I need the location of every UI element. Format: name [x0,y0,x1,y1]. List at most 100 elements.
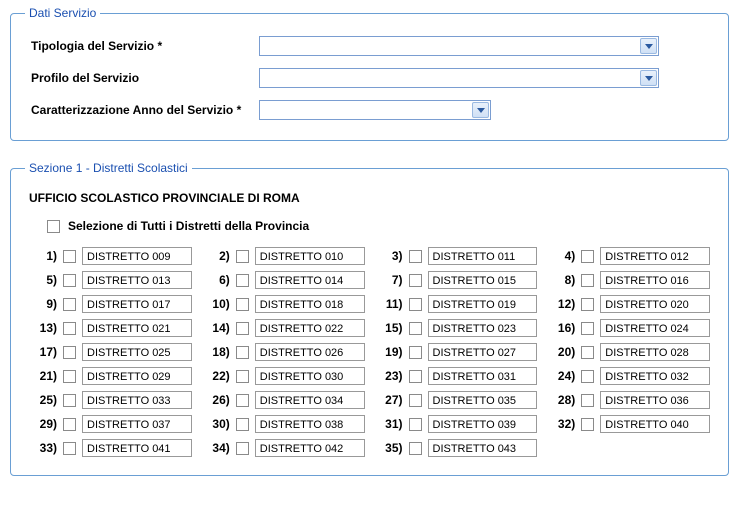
district-name-field: DISTRETTO 012 [600,247,710,265]
district-name-field: DISTRETTO 023 [428,319,538,337]
district-checkbox[interactable] [63,346,76,359]
district-index: 20) [547,345,575,359]
district-name-field: DISTRETTO 018 [255,295,365,313]
district-checkbox[interactable] [236,442,249,455]
district-name-field: DISTRETTO 010 [255,247,365,265]
district-name-field: DISTRETTO 011 [428,247,538,265]
district-checkbox[interactable] [409,394,422,407]
district-name-field: DISTRETTO 022 [255,319,365,337]
district-index: 23) [375,369,403,383]
district-item: 4)DISTRETTO 012 [547,247,710,265]
district-index: 19) [375,345,403,359]
district-checkbox[interactable] [63,442,76,455]
district-checkbox[interactable] [581,394,594,407]
district-checkbox[interactable] [581,298,594,311]
district-index: 11) [375,297,403,311]
district-item: 8)DISTRETTO 016 [547,271,710,289]
district-checkbox[interactable] [236,322,249,335]
profilo-select[interactable] [259,68,659,88]
district-name-field: DISTRETTO 017 [82,295,192,313]
district-checkbox[interactable] [236,274,249,287]
district-item: 23)DISTRETTO 031 [375,367,538,385]
chevron-down-icon [640,38,657,54]
district-checkbox[interactable] [63,394,76,407]
district-item: 15)DISTRETTO 023 [375,319,538,337]
select-all-checkbox[interactable] [47,220,60,233]
district-checkbox[interactable] [581,418,594,431]
district-name-field: DISTRETTO 039 [428,415,538,433]
district-name-field: DISTRETTO 027 [428,343,538,361]
dati-servizio-legend: Dati Servizio [25,6,100,20]
district-checkbox[interactable] [581,274,594,287]
district-checkbox[interactable] [409,298,422,311]
district-name-field: DISTRETTO 033 [82,391,192,409]
district-name-field: DISTRETTO 020 [600,295,710,313]
district-item: 20)DISTRETTO 028 [547,343,710,361]
district-item: 21)DISTRETTO 029 [29,367,192,385]
district-index: 29) [29,417,57,431]
chevron-down-icon [640,70,657,86]
district-item: 31)DISTRETTO 039 [375,415,538,433]
district-index: 24) [547,369,575,383]
anno-select[interactable] [259,100,491,120]
dati-servizio-fieldset: Dati Servizio Tipologia del Servizio * P… [10,6,729,141]
district-item: 6) DISTRETTO 014 [202,271,365,289]
district-item: 1) DISTRETTO 009 [29,247,192,265]
district-item: 27) DISTRETTO 035 [375,391,538,409]
district-name-field: DISTRETTO 015 [428,271,538,289]
district-checkbox[interactable] [63,322,76,335]
district-name-field: DISTRETTO 041 [82,439,192,457]
district-item: 14) DISTRETTO 022 [202,319,365,337]
district-checkbox[interactable] [409,250,422,263]
district-checkbox[interactable] [236,346,249,359]
district-checkbox[interactable] [236,418,249,431]
district-checkbox[interactable] [581,250,594,263]
district-checkbox[interactable] [409,370,422,383]
district-item: 5)DISTRETTO 013 [29,271,192,289]
district-checkbox[interactable] [63,418,76,431]
district-checkbox[interactable] [63,250,76,263]
district-name-field: DISTRETTO 014 [255,271,365,289]
district-name-field: DISTRETTO 009 [82,247,192,265]
district-checkbox[interactable] [409,274,422,287]
district-checkbox[interactable] [581,346,594,359]
district-index: 6) [202,273,230,287]
district-index: 30) [202,417,230,431]
district-checkbox[interactable] [409,346,422,359]
district-item: 33)DISTRETTO 041 [29,439,192,457]
district-checkbox[interactable] [409,442,422,455]
district-checkbox[interactable] [63,370,76,383]
district-name-field: DISTRETTO 036 [600,391,710,409]
district-checkbox[interactable] [236,370,249,383]
district-checkbox[interactable] [409,418,422,431]
district-item: 11)DISTRETTO 019 [375,295,538,313]
district-checkbox[interactable] [236,394,249,407]
district-index: 7) [375,273,403,287]
district-index: 25) [29,393,57,407]
district-item: 26)DISTRETTO 034 [202,391,365,409]
anno-label: Caratterizzazione Anno del Servizio * [25,94,253,126]
district-name-field: DISTRETTO 013 [82,271,192,289]
district-name-field: DISTRETTO 035 [428,391,538,409]
district-index: 14) [202,321,230,335]
district-name-field: DISTRETTO 042 [255,439,365,457]
district-name-field: DISTRETTO 025 [82,343,192,361]
district-index: 1) [29,249,57,263]
district-checkbox[interactable] [581,322,594,335]
district-item: 9)DISTRETTO 017 [29,295,192,313]
district-checkbox[interactable] [236,298,249,311]
district-index: 10) [202,297,230,311]
district-name-field: DISTRETTO 040 [600,415,710,433]
tipologia-select[interactable] [259,36,659,56]
district-index: 13) [29,321,57,335]
district-checkbox[interactable] [63,274,76,287]
district-name-field: DISTRETTO 024 [600,319,710,337]
district-checkbox[interactable] [63,298,76,311]
district-index: 27) [375,393,403,407]
profilo-label: Profilo del Servizio [25,62,253,94]
district-checkbox[interactable] [236,250,249,263]
district-name-field: DISTRETTO 037 [82,415,192,433]
district-checkbox[interactable] [409,322,422,335]
district-checkbox[interactable] [581,370,594,383]
district-item: 34)DISTRETTO 042 [202,439,365,457]
